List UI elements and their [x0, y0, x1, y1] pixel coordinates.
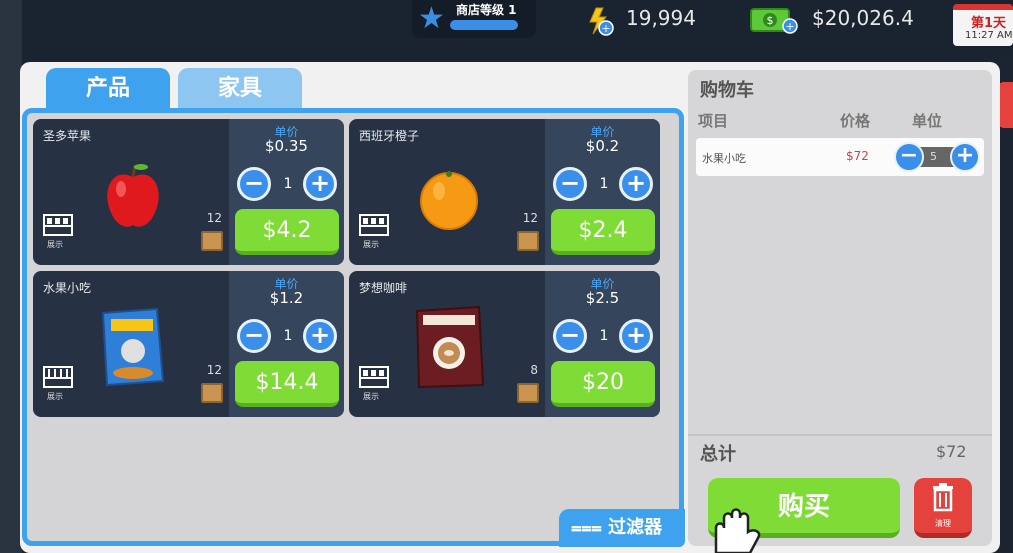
cart-item-price: $72 [846, 149, 869, 163]
add-to-cart-button[interactable]: $20 [551, 361, 655, 407]
box-icon [201, 383, 223, 403]
svg-text:+: + [601, 22, 610, 35]
cart-total-label: 总计 [700, 444, 736, 465]
apple-icon [107, 164, 159, 227]
box-icon [201, 231, 223, 251]
product-name: 水果小吃 [43, 281, 92, 295]
filter-label: 过滤器 [608, 517, 663, 538]
coffee-bag-icon [415, 305, 485, 389]
stock-count: 12 [522, 211, 538, 225]
clear-cart-label: 清理 [935, 519, 951, 528]
cereal-box-icon [101, 307, 165, 387]
unit-price: $2.5 [585, 289, 620, 307]
cash-value: $20,026.4 [812, 6, 914, 30]
price-panel: 单价 $1.2 − 1 + $14.4 [229, 271, 344, 417]
increase-button[interactable]: + [303, 319, 337, 353]
shopping-cart: 购物车 项目 价格 单位 水果小吃 $72 5 − + 总计 $72 购买 清理 [688, 70, 992, 546]
close-button[interactable] [998, 82, 1013, 128]
display-shelf-icon: 展示 [43, 365, 73, 401]
cart-divider [688, 434, 992, 436]
filter-button[interactable]: ⩶ 过滤器 [559, 509, 685, 547]
display-shelf-icon: 展示 [43, 213, 73, 249]
svg-text:$: $ [767, 14, 774, 27]
cart-item-name: 水果小吃 [702, 152, 746, 165]
cart-total-value: $72 [936, 442, 967, 461]
decrease-button[interactable]: − [237, 167, 271, 201]
product-card: 梦想咖啡 展示 8 单价 $2.5 − 1 + $20 [349, 271, 660, 417]
filter-icon: ⩶ [571, 517, 602, 538]
decrease-button[interactable]: − [237, 319, 271, 353]
cart-col-unit: 单位 [912, 112, 943, 130]
cart-title: 购物车 [700, 80, 754, 101]
cart-increase-button[interactable]: + [950, 142, 980, 172]
product-grid: 圣多苹果 展示 12 单价 $0.35 − 1 + $4.2 西班牙橙子 展示 … [22, 108, 685, 547]
store-level-label: 商店等级 1 [456, 3, 517, 17]
cart-col-item: 项目 [698, 112, 729, 130]
add-to-cart-button[interactable]: $2.4 [551, 209, 655, 255]
time-label: 11:27 AM [965, 30, 1013, 41]
product-name: 圣多苹果 [43, 129, 92, 143]
clear-cart-button[interactable]: 清理 [914, 478, 972, 538]
orange-icon [420, 171, 478, 230]
unit-price: $0.2 [585, 137, 620, 155]
decrease-button[interactable]: − [553, 319, 587, 353]
quantity-value: 1 [283, 328, 293, 344]
price-panel: 单价 $0.2 − 1 + $2.4 [545, 119, 660, 265]
store-level-badge[interactable]: ★ 商店等级 1 [412, 0, 536, 38]
tab-products[interactable]: 产品 [46, 68, 170, 110]
product-card: 圣多苹果 展示 12 单价 $0.35 − 1 + $4.2 [33, 119, 344, 265]
cash-icon[interactable]: $ + [750, 6, 798, 34]
increase-button[interactable]: + [619, 319, 653, 353]
price-panel: 单价 $0.35 − 1 + $4.2 [229, 119, 344, 265]
cart-row: 水果小吃 $72 5 − + [696, 138, 984, 176]
level-progress-bar [450, 20, 518, 30]
display-shelf-icon: 展示 [359, 213, 389, 249]
day-calendar: 第1天 11:27 AM [953, 4, 1013, 46]
stock-count: 8 [530, 363, 538, 377]
background-edge [0, 0, 22, 553]
display-shelf-icon: 展示 [359, 365, 389, 401]
pointer-hand-icon [714, 508, 761, 553]
product-card: 水果小吃 展示 12 单价 $1.2 − 1 + $14.4 [33, 271, 344, 417]
unit-price: $1.2 [269, 289, 304, 307]
star-icon: ★ [418, 1, 445, 36]
increase-button[interactable]: + [619, 167, 653, 201]
quantity-value: 1 [283, 176, 293, 192]
unit-price: $0.35 [265, 137, 308, 155]
svg-text:+: + [785, 20, 794, 33]
box-icon [517, 383, 539, 403]
product-card: 西班牙橙子 展示 12 单价 $0.2 − 1 + $2.4 [349, 119, 660, 265]
tab-furniture[interactable]: 家具 [178, 68, 302, 110]
cart-col-price: 价格 [840, 112, 871, 130]
box-icon [517, 231, 539, 251]
product-name: 西班牙橙子 [359, 129, 420, 143]
energy-icon[interactable]: + [584, 6, 614, 36]
shelf-label: 展示 [363, 392, 379, 401]
day-label: 第1天 [971, 16, 1007, 31]
cart-decrease-button[interactable]: − [894, 142, 924, 172]
price-panel: 单价 $2.5 − 1 + $20 [545, 271, 660, 417]
shop-panel: 产品 家具 圣多苹果 展示 12 单价 $0.35 − 1 + $4.2 西班牙… [20, 62, 1000, 553]
product-name: 梦想咖啡 [359, 281, 408, 295]
increase-button[interactable]: + [303, 167, 337, 201]
shelf-label: 展示 [47, 392, 63, 401]
energy-value: 19,994 [626, 6, 696, 30]
decrease-button[interactable]: − [553, 167, 587, 201]
add-to-cart-button[interactable]: $4.2 [235, 209, 339, 255]
quantity-value: 1 [599, 328, 609, 344]
cart-item-units: 5 [930, 150, 937, 163]
quantity-value: 1 [599, 176, 609, 192]
stock-count: 12 [206, 211, 222, 225]
stock-count: 12 [206, 363, 222, 377]
add-to-cart-button[interactable]: $14.4 [235, 361, 339, 407]
trash-icon [933, 483, 953, 512]
shelf-label: 展示 [47, 240, 63, 249]
shelf-label: 展示 [363, 240, 379, 249]
